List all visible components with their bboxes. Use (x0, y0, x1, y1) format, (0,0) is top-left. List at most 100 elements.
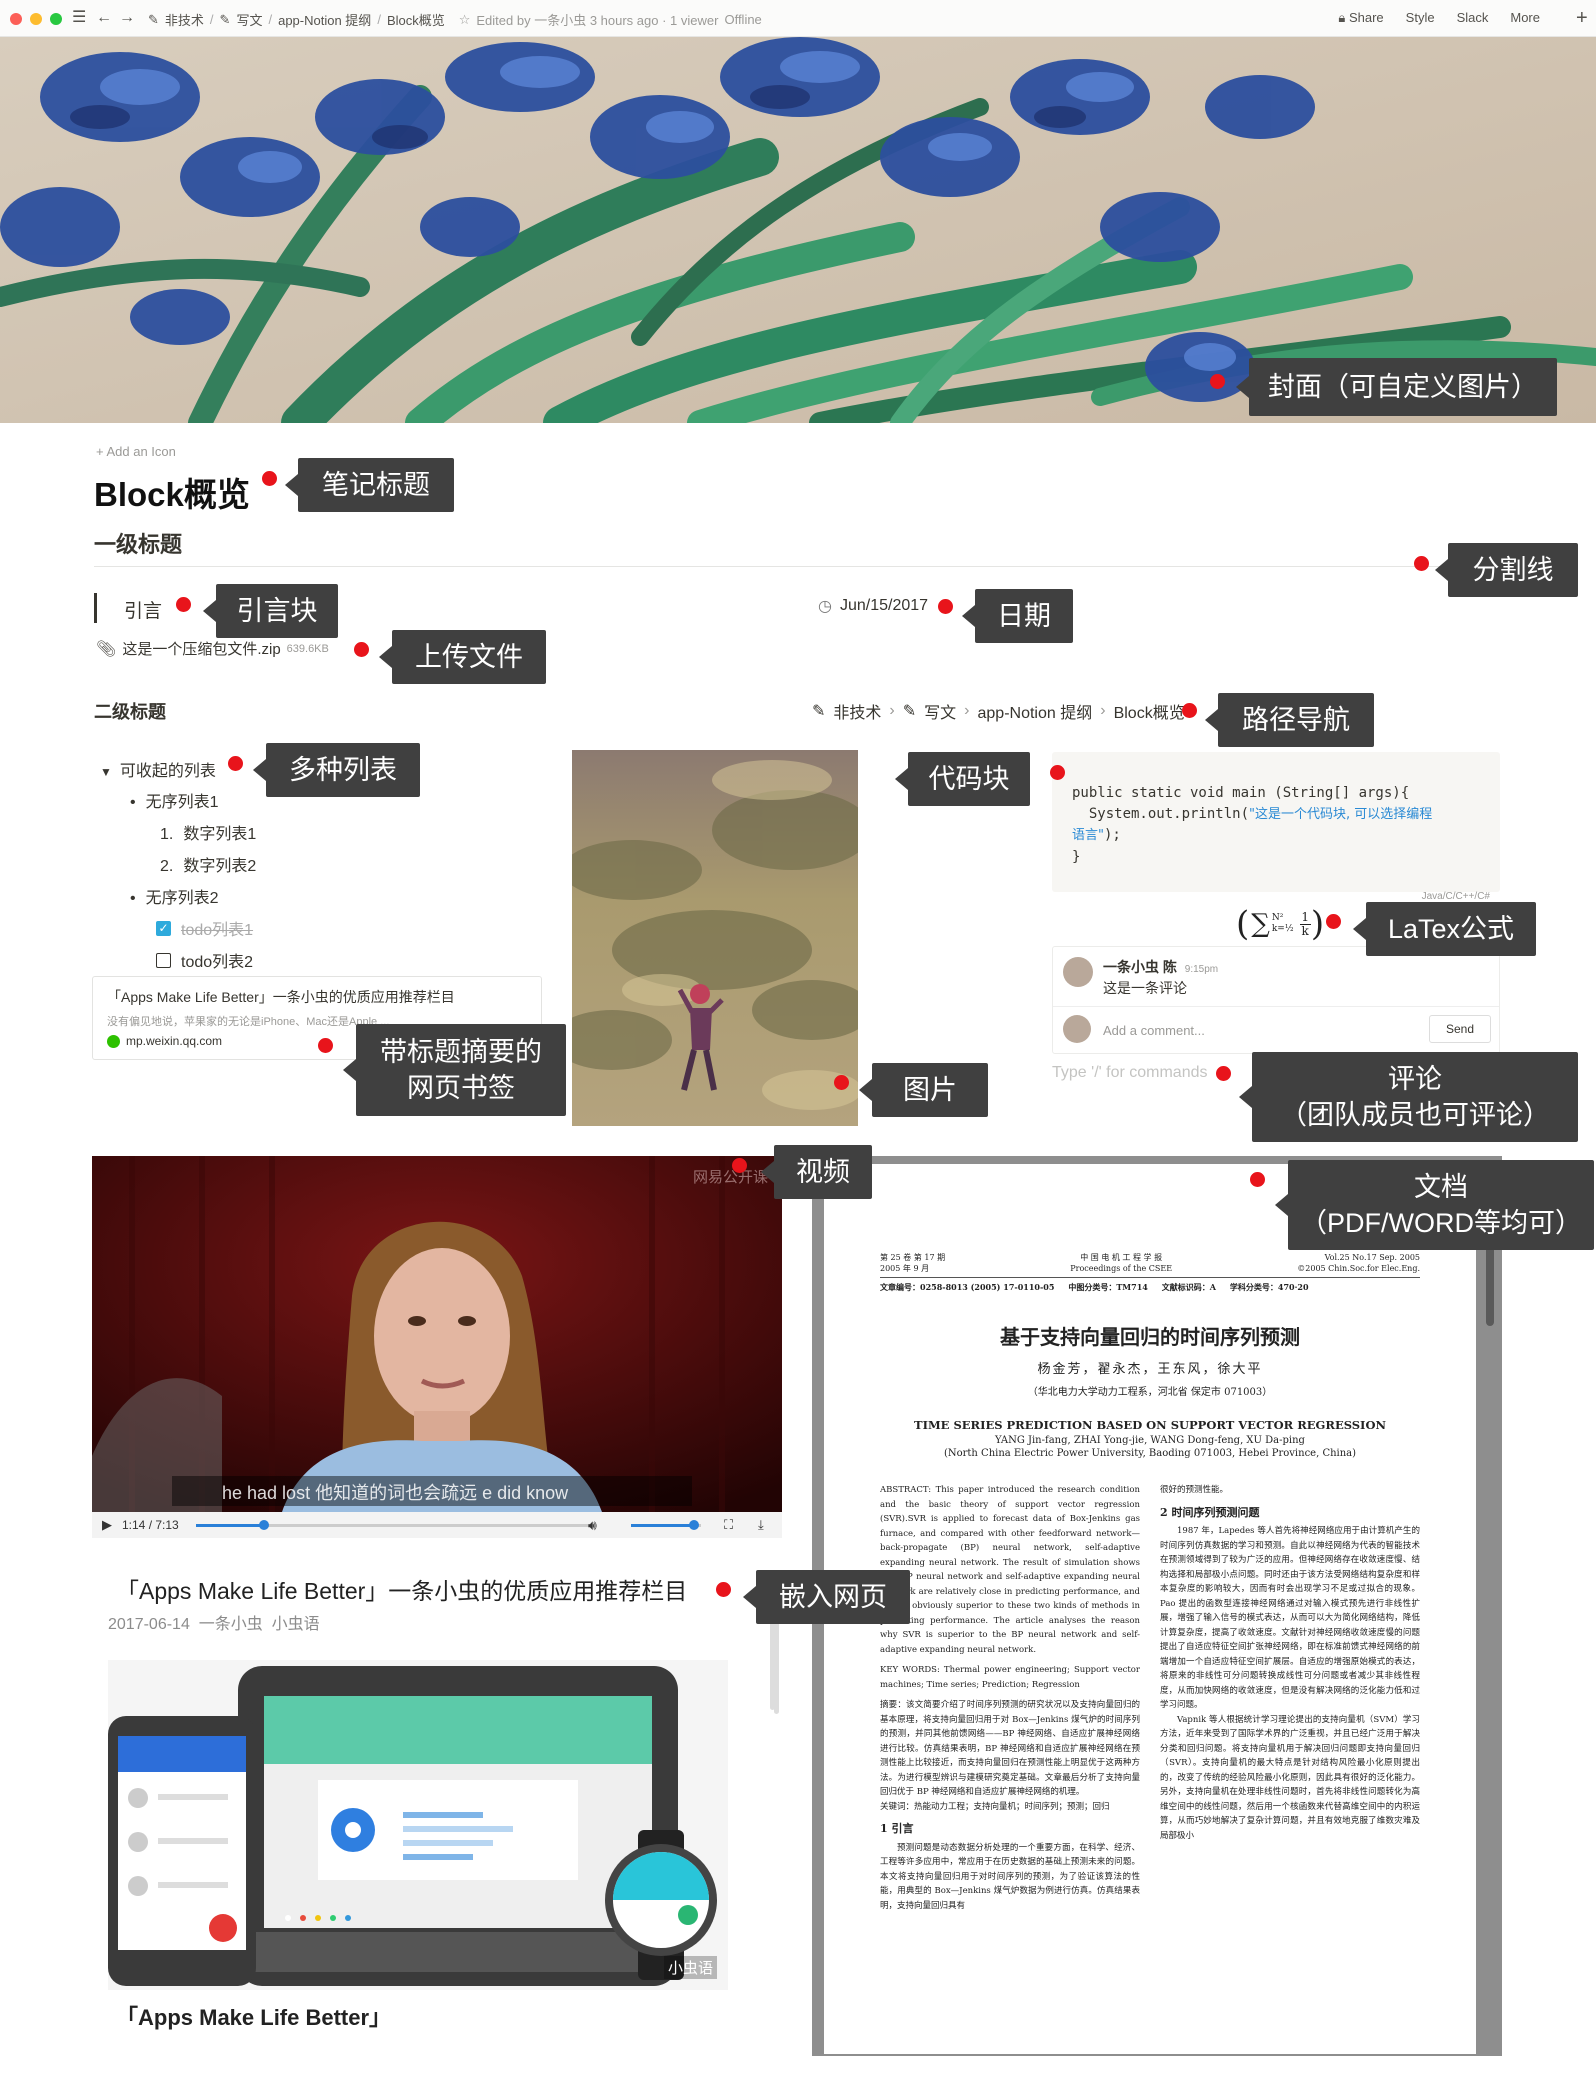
embed-footer-title: 「Apps Make Life Better」 (116, 2005, 392, 2030)
pdf-viewer[interactable]: 第 25 卷 第 17 期 2005 年 9 月 中 国 电 机 工 程 学 报 P… (812, 1156, 1502, 2056)
callout-bookmark: 带标题摘要的 网页书签 (343, 1024, 566, 1116)
code-line: } (1072, 849, 1081, 865)
pdf-title-en: TIME SERIES PREDICTION BASED ON SUPPORT … (914, 1418, 1386, 1432)
heading-1[interactable]: 一级标题 (94, 527, 182, 559)
bulleted-item[interactable]: • 无序列表2 (130, 884, 219, 908)
video-controls: ▶ 1:14 / 7:13 🔊︎ ⛶ ⤓ (92, 1512, 782, 1538)
video-progress-fill (196, 1524, 264, 1527)
marker-dot (1210, 374, 1225, 389)
add-icon-link[interactable]: + Add an Icon (96, 444, 176, 459)
volume-fill (631, 1524, 694, 1527)
marker-dot (716, 1582, 731, 1597)
volume-knob[interactable] (689, 1520, 699, 1530)
breadcrumb-item[interactable]: 非技术 (833, 699, 881, 723)
pdf-header-mid: 中 国 电 机 工 程 学 报 Proceedings of the CSEE (1070, 1252, 1172, 1274)
quote-text[interactable]: 引言 (124, 596, 162, 623)
marker-dot (354, 642, 369, 657)
callout-image: 图片 (859, 1063, 988, 1117)
status-label: Offline (724, 12, 762, 27)
video-player[interactable]: 网易公开课 he had lost 他知道的词也会疏远 e did know ▶… (92, 1156, 782, 1538)
minimize-window-button[interactable] (30, 13, 42, 25)
top-actions: 🔒︎ Share Style Slack More (1338, 10, 1540, 26)
crumb-item[interactable]: 写文 (236, 10, 262, 29)
pdf-scrollbar[interactable] (1486, 1246, 1494, 1326)
add-page-icon[interactable]: + (1576, 8, 1588, 28)
page-title[interactable]: Block概览 (94, 468, 250, 516)
breadcrumb-item[interactable]: Block概览 (1114, 699, 1185, 723)
breadcrumb-item[interactable]: app-Notion 提纲 (978, 699, 1093, 723)
marker-dot (1182, 703, 1197, 718)
crumb-separator: / (209, 12, 214, 27)
heading-2[interactable]: 二级标题 (94, 698, 166, 724)
checkbox-checked[interactable]: ✓ (156, 920, 171, 936)
top-bar: ☰ ← → ✎ 非技术 / ✎ 写文 / app-Notion 提纲 / Block概览 … (0, 0, 1596, 37)
crumb-item[interactable]: 非技术 (165, 10, 204, 29)
latex-paren: ) (1310, 904, 1325, 944)
callout-line: 带标题摘要的 (380, 1037, 542, 1067)
callout-title: 笔记标题 (285, 458, 454, 512)
pdf-column-right: 很好的预测性能。 2 时间序列预测问题 1987 年，Lapedes 等人首先将… (1160, 1483, 1420, 2043)
send-button[interactable]: Send (1429, 1015, 1491, 1043)
share-button[interactable]: 🔒︎ Share (1338, 10, 1383, 26)
embedded-webpage[interactable]: 「Apps Make Life Better」一条小虫的优质应用推荐栏目 201… (92, 1548, 782, 2060)
volume-icon[interactable]: 🔊︎ (588, 1517, 597, 1534)
marker-dot (1050, 765, 1065, 780)
crumb-item[interactable]: Block概览 (387, 10, 445, 29)
image-block[interactable] (572, 750, 858, 1126)
forward-arrow-icon[interactable]: → (119, 9, 135, 27)
slack-button[interactable]: Slack (1457, 10, 1489, 26)
embed-title: 「Apps Make Life Better」一条小虫的优质应用推荐栏目 (116, 1578, 688, 1604)
pdf-meta: 文章编号：0258-8013 (2005) 17-0110-05 中图分类号：T… (880, 1282, 1309, 1292)
avatar (1063, 1015, 1091, 1043)
pdf-header-text: Vol.25 No.17 Sep. 2005 (1324, 1253, 1420, 1262)
checkbox-unchecked[interactable] (156, 952, 171, 968)
file-attachment[interactable]: 📎︎ 这是一个压缩包文件.zip 639.6KB (96, 638, 329, 659)
numbered-item[interactable]: 2. 数字列表2 (160, 852, 256, 876)
callout-comment: 评论 （团队成员也可评论） (1239, 1052, 1578, 1142)
breadcrumb-separator: › (1100, 702, 1106, 719)
numbered-item[interactable]: 1. 数字列表1 (160, 820, 256, 844)
comment-header: 一条小虫 陈 9:15pm (1103, 957, 1218, 977)
back-arrow-icon[interactable]: ← (96, 9, 112, 27)
comment-input[interactable]: Add a comment... (1103, 1023, 1205, 1038)
pdf-section-1-text: 预测问题是动态数据分析处理的一个重要方面，在科学、经济、工程等许多应用中，常应用… (880, 1842, 1140, 1911)
bulleted-item[interactable]: • 无序列表1 (130, 788, 219, 812)
video-progress-track[interactable] (196, 1520, 596, 1530)
play-icon[interactable]: ▶ (102, 1517, 112, 1533)
share-label: Share (1348, 10, 1384, 25)
todo-item[interactable]: todo列表2 (156, 948, 253, 972)
triangle-down-icon[interactable]: ▼ (100, 765, 112, 779)
pdf-header-text: Proceedings of the CSEE (1070, 1264, 1173, 1273)
date-block[interactable]: ◷ Jun/15/2017 (818, 596, 928, 616)
pdf-header-text: 2005 年 9 月 (880, 1264, 930, 1273)
subtitle-en2: e did know (482, 1483, 569, 1503)
code-block[interactable]: public static void main (String[] args){… (1052, 752, 1500, 902)
pdf-section-2-text: 1987 年，Lapedes 等人首先将神经网络应用于由计算机产生的时间序列仿真… (1160, 1526, 1420, 1710)
volume-track[interactable] (631, 1520, 701, 1530)
more-button[interactable]: More (1510, 10, 1540, 26)
video-progress-knob[interactable] (259, 1520, 269, 1530)
pencil-icon: ✎ (812, 703, 826, 720)
close-window-button[interactable] (10, 13, 22, 25)
latex-upper: N² (1271, 913, 1284, 923)
number-label: 数字列表1 (183, 826, 257, 843)
command-placeholder[interactable]: Type '/' for commands (1052, 1064, 1208, 1082)
download-icon[interactable]: ⤓ (758, 1517, 764, 1533)
breadcrumb-item[interactable]: 写文 (924, 699, 956, 723)
zoom-window-button[interactable] (50, 13, 62, 25)
latex-formula[interactable]: ( ∑ N² k=½ 1k ) (1236, 903, 1324, 945)
menu-icon[interactable]: ☰ (72, 9, 86, 27)
marker-dot (318, 1038, 333, 1053)
marker-dot (176, 597, 191, 612)
latex-limits: N² k=½ (1272, 913, 1294, 935)
code-language-select[interactable]: Java/C/C++/C# (1422, 891, 1490, 902)
star-icon[interactable]: ☆ (459, 12, 471, 28)
crumb-item[interactable]: app-Notion 提纲 (278, 10, 371, 29)
bookmark-title: 「Apps Make Life Better」一条小虫的优质应用推荐栏目 (107, 989, 455, 1005)
todo-item[interactable]: ✓ todo列表1 (156, 916, 253, 940)
toggle-list[interactable]: ▼ 可收起的列表 (100, 757, 216, 781)
subtitle-cn: 他知道的词也会疏远 (315, 1483, 478, 1503)
style-button[interactable]: Style (1406, 10, 1435, 26)
fullscreen-icon[interactable]: ⛶ (724, 1517, 733, 1533)
embed-watermark: 小虫语 (664, 1956, 718, 1979)
